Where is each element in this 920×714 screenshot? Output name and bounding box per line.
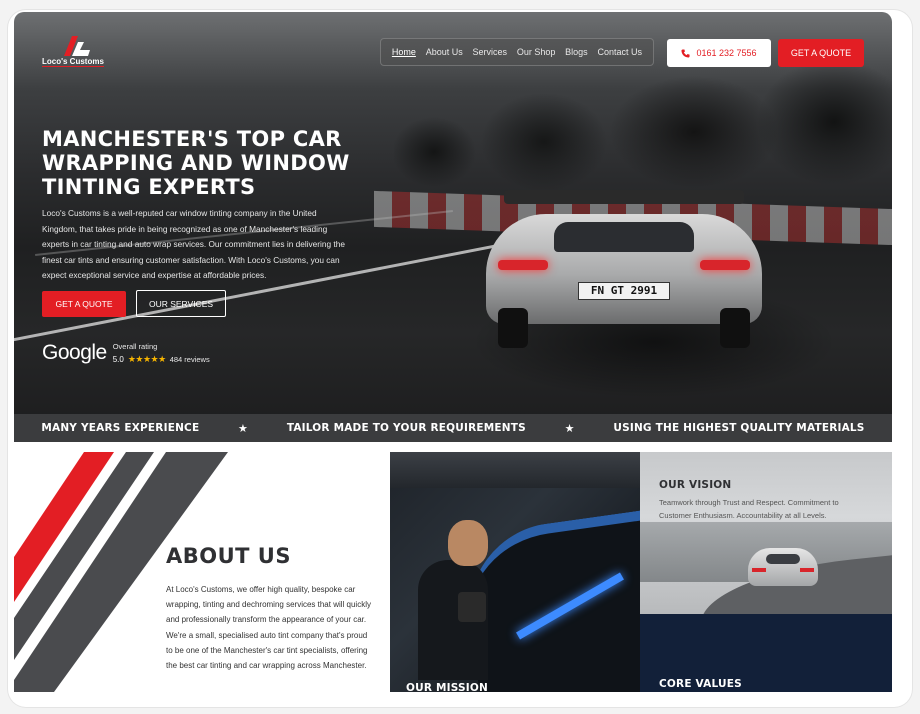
brand-name: Loco's Customs (42, 57, 104, 67)
feature-quality-materials: USING THE HIGHEST QUALITY MATERIALS (613, 422, 865, 434)
hero-intro: Loco's Customs is a well-reputed car win… (42, 208, 345, 280)
about-title: ABOUT US (166, 544, 291, 568)
header-get-quote-button[interactable]: GET A QUOTE (778, 39, 864, 67)
vision-card[interactable]: OUR VISION Teamwork through Trust and Re… (640, 452, 892, 614)
main-nav: Home About Us Services Our Shop Blogs Co… (380, 38, 654, 66)
star-separator-icon: ★ (564, 421, 575, 435)
rating-label: Overall rating (112, 341, 158, 351)
core-values-title: CORE VALUES (659, 678, 742, 690)
nav-contact-us[interactable]: Contact Us (597, 47, 642, 57)
nav-services[interactable]: Services (473, 47, 508, 57)
hero-car-image: FN GT 2991 (484, 190, 764, 350)
nav-about-us[interactable]: About Us (426, 47, 463, 57)
vision-body: Teamwork through Trust and Respect. Comm… (659, 498, 839, 520)
mission-ceiling-lights (390, 452, 640, 488)
vision-car-image (748, 548, 818, 586)
about-body: At Loco's Customs, we offer high quality… (166, 585, 371, 671)
rating-reviews: 484 reviews (169, 354, 210, 364)
phone-number: 0161 232 7556 (696, 48, 757, 58)
nav-home[interactable]: Home (392, 47, 416, 57)
feature-tailor-made: TAILOR MADE TO YOUR REQUIREMENTS (286, 422, 526, 434)
hero-section: FN GT 2991 Loco's Customs Home About Us … (14, 12, 892, 440)
logo-mark-icon (64, 36, 90, 56)
core-values-card[interactable]: CORE VALUES (640, 614, 892, 692)
vision-title: OUR VISION (659, 479, 732, 491)
mission-technician-image (410, 520, 500, 690)
mission-card[interactable]: OUR MISSION (390, 452, 640, 692)
rating-stars-icon: ★★★★★ (127, 353, 166, 364)
phone-button[interactable]: 0161 232 7556 (667, 39, 771, 67)
nav-our-shop[interactable]: Our Shop (517, 47, 556, 57)
heat-gun-icon (458, 592, 486, 622)
hero-background-trees (394, 52, 892, 202)
hero-title: MANCHESTER'S TOP CAR WRAPPING AND WINDOW… (42, 127, 350, 199)
hero-get-quote-button[interactable]: GET A QUOTE (42, 291, 126, 317)
feature-strip: MANY YEARS EXPERIENCE ★ TAILOR MADE TO Y… (14, 414, 892, 442)
nav-blogs[interactable]: Blogs (565, 47, 588, 57)
google-logo: Google (42, 341, 107, 364)
phone-icon (681, 48, 691, 58)
rating-score: 5.0 (112, 354, 124, 364)
brand-logo[interactable]: Loco's Customs (42, 36, 104, 70)
about-section: ABOUT US At Loco's Customs, we offer hig… (14, 452, 390, 692)
mission-title: OUR MISSION (406, 682, 489, 692)
feature-experience: MANY YEARS EXPERIENCE (41, 422, 200, 434)
google-rating[interactable]: Google Overall rating 5.0 ★★★★★ 484 revi… (42, 341, 210, 365)
star-separator-icon: ★ (238, 421, 249, 435)
car-license-plate: FN GT 2991 (578, 282, 670, 300)
hero-our-services-button[interactable]: OUR SERVICES (136, 290, 226, 317)
